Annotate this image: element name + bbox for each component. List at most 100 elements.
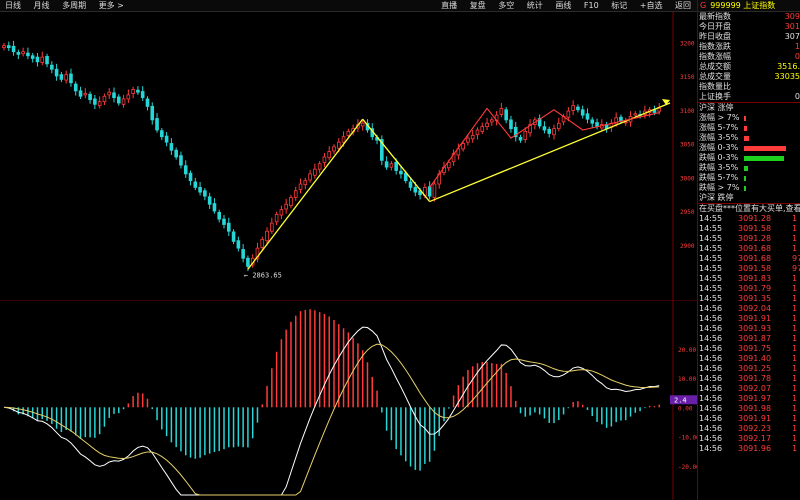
market-flag: G	[700, 1, 707, 10]
breadth-row: 跌幅 0-3%	[698, 153, 800, 163]
quote-title: G 999999 上证指数	[698, 0, 800, 12]
breadth-label: 沪深 跌停	[699, 193, 734, 202]
trade-price: 3091.83	[738, 274, 772, 283]
trade-price: 3091.91	[738, 414, 772, 423]
trade-vol: 1	[792, 414, 798, 423]
candle	[341, 136, 346, 143]
breadth-bar	[744, 136, 750, 141]
candle	[303, 180, 308, 186]
quote-row: 总成交量 33035	[698, 72, 800, 82]
candle	[308, 173, 312, 181]
trade-price: 3091.78	[738, 374, 772, 383]
candle	[317, 163, 322, 170]
candle	[226, 222, 231, 232]
quote-label: 总成交量	[699, 72, 731, 81]
macd-chart[interactable]: 20.00 10.00 0.00 -10.00 -20.00 2.4	[0, 300, 697, 500]
candlestick-chart[interactable]: 2900 2950 3000 3050 3100 3150 3200 ← 2863.65	[0, 12, 697, 300]
trade-vol: 1	[792, 244, 798, 253]
trade-row: 14:55 3091.68 97	[698, 254, 800, 264]
breadth-row: 跌幅 3-5%	[698, 163, 800, 173]
trade-vol: 1	[792, 424, 798, 433]
breadth-bar	[744, 176, 746, 181]
index-name: 上证指数	[743, 1, 776, 10]
trade-vol: 1	[792, 444, 798, 453]
trade-vol: 1	[792, 284, 798, 293]
candle	[30, 55, 35, 59]
tab-daily[interactable]: 日线	[5, 1, 21, 10]
low-price-label: ← 2863.65	[244, 271, 282, 279]
trade-time: 14:55	[699, 254, 723, 263]
trade-vol: 1	[792, 384, 798, 393]
candle	[466, 137, 470, 143]
candle	[260, 238, 265, 248]
breadth-bar	[744, 146, 786, 151]
candle	[140, 91, 145, 99]
trade-row: 14:55 3091.28 1	[698, 234, 800, 244]
trade-time: 14:56	[699, 404, 723, 413]
tab-longshort[interactable]: 多空	[498, 1, 514, 10]
tab-more[interactable]: 更多 >	[99, 1, 124, 10]
candle	[270, 222, 274, 232]
trade-vol: 1	[792, 434, 798, 443]
quote-row: 今日开盘 301	[698, 22, 800, 32]
trades-header[interactable]: 在买盘***位置有大买单,查看	[698, 204, 800, 214]
candle	[6, 45, 11, 49]
quote-label: 上证换手	[699, 92, 731, 101]
trade-time: 14:56	[699, 414, 723, 423]
dea-line	[3, 343, 660, 496]
trend-line[interactable]	[362, 118, 431, 202]
candle	[360, 122, 365, 127]
price-axis-tick: 3200	[680, 40, 695, 47]
trade-vol: 1	[792, 234, 798, 243]
candle	[322, 156, 327, 163]
candle	[590, 119, 595, 124]
quote-value: 0	[794, 52, 800, 61]
trade-price: 3091.96	[738, 444, 772, 453]
trade-price: 3091.75	[738, 344, 772, 353]
candle	[174, 149, 178, 158]
trend-line[interactable]	[247, 118, 364, 270]
candle	[54, 68, 59, 77]
trend-line[interactable]	[429, 102, 671, 203]
tab-stats[interactable]: 统计	[527, 1, 543, 10]
candle	[2, 45, 6, 49]
quote-row: 总成交额 3516.	[698, 62, 800, 72]
tab-monthly[interactable]: 月线	[34, 1, 50, 10]
quote-row: 指数涨跌 1	[698, 42, 800, 52]
trades-header-text: 在买盘***位置有大买单,查看	[699, 204, 800, 213]
tab-multi-period[interactable]: 多周期	[62, 1, 86, 10]
candle	[384, 161, 389, 168]
trade-time: 14:56	[699, 364, 723, 373]
trade-row: 14:56 3091.75 1	[698, 344, 800, 354]
candle	[523, 130, 528, 140]
breadth-label: 沪深 涨停	[699, 103, 734, 112]
market-breadth: 沪深 涨停 涨幅 > 7% 涨幅 5-7% 涨幅 3-5% 涨幅 0-3% 跌幅 0-3%…	[698, 103, 800, 203]
trade-row: 14:56 3091.98 1	[698, 404, 800, 414]
candle	[274, 213, 279, 223]
trade-price: 3091.35	[738, 294, 772, 303]
tab-add-watch[interactable]: +自选	[640, 1, 663, 10]
breadth-row: 涨幅 5-7%	[698, 123, 800, 133]
trade-row: 14:56 3091.93 1	[698, 324, 800, 334]
trade-row: 14:56 3092.23 1	[698, 424, 800, 434]
candle	[399, 170, 403, 175]
trade-time: 14:56	[699, 424, 723, 433]
tab-back[interactable]: 返回	[675, 1, 691, 10]
trade-row: 14:56 3091.87 1	[698, 334, 800, 344]
breadth-label: 涨幅 5-7%	[699, 123, 739, 132]
candle	[78, 90, 83, 97]
tab-f10[interactable]: F10	[584, 1, 599, 10]
candle	[150, 105, 155, 121]
trade-price: 3091.87	[738, 334, 772, 343]
candle	[203, 190, 207, 197]
breadth-label: 跌幅 0-3%	[699, 153, 739, 162]
macd-axis-tick: -20.00	[678, 464, 697, 471]
tab-live[interactable]: 直播	[441, 1, 457, 10]
tab-mark[interactable]: 标记	[611, 1, 627, 10]
tab-review[interactable]: 复盘	[470, 1, 486, 10]
macd-axis-tick: 10.00	[678, 376, 696, 383]
candle	[542, 126, 547, 131]
candle	[619, 116, 623, 121]
candle	[222, 218, 226, 225]
tab-draw[interactable]: 画线	[555, 1, 571, 10]
